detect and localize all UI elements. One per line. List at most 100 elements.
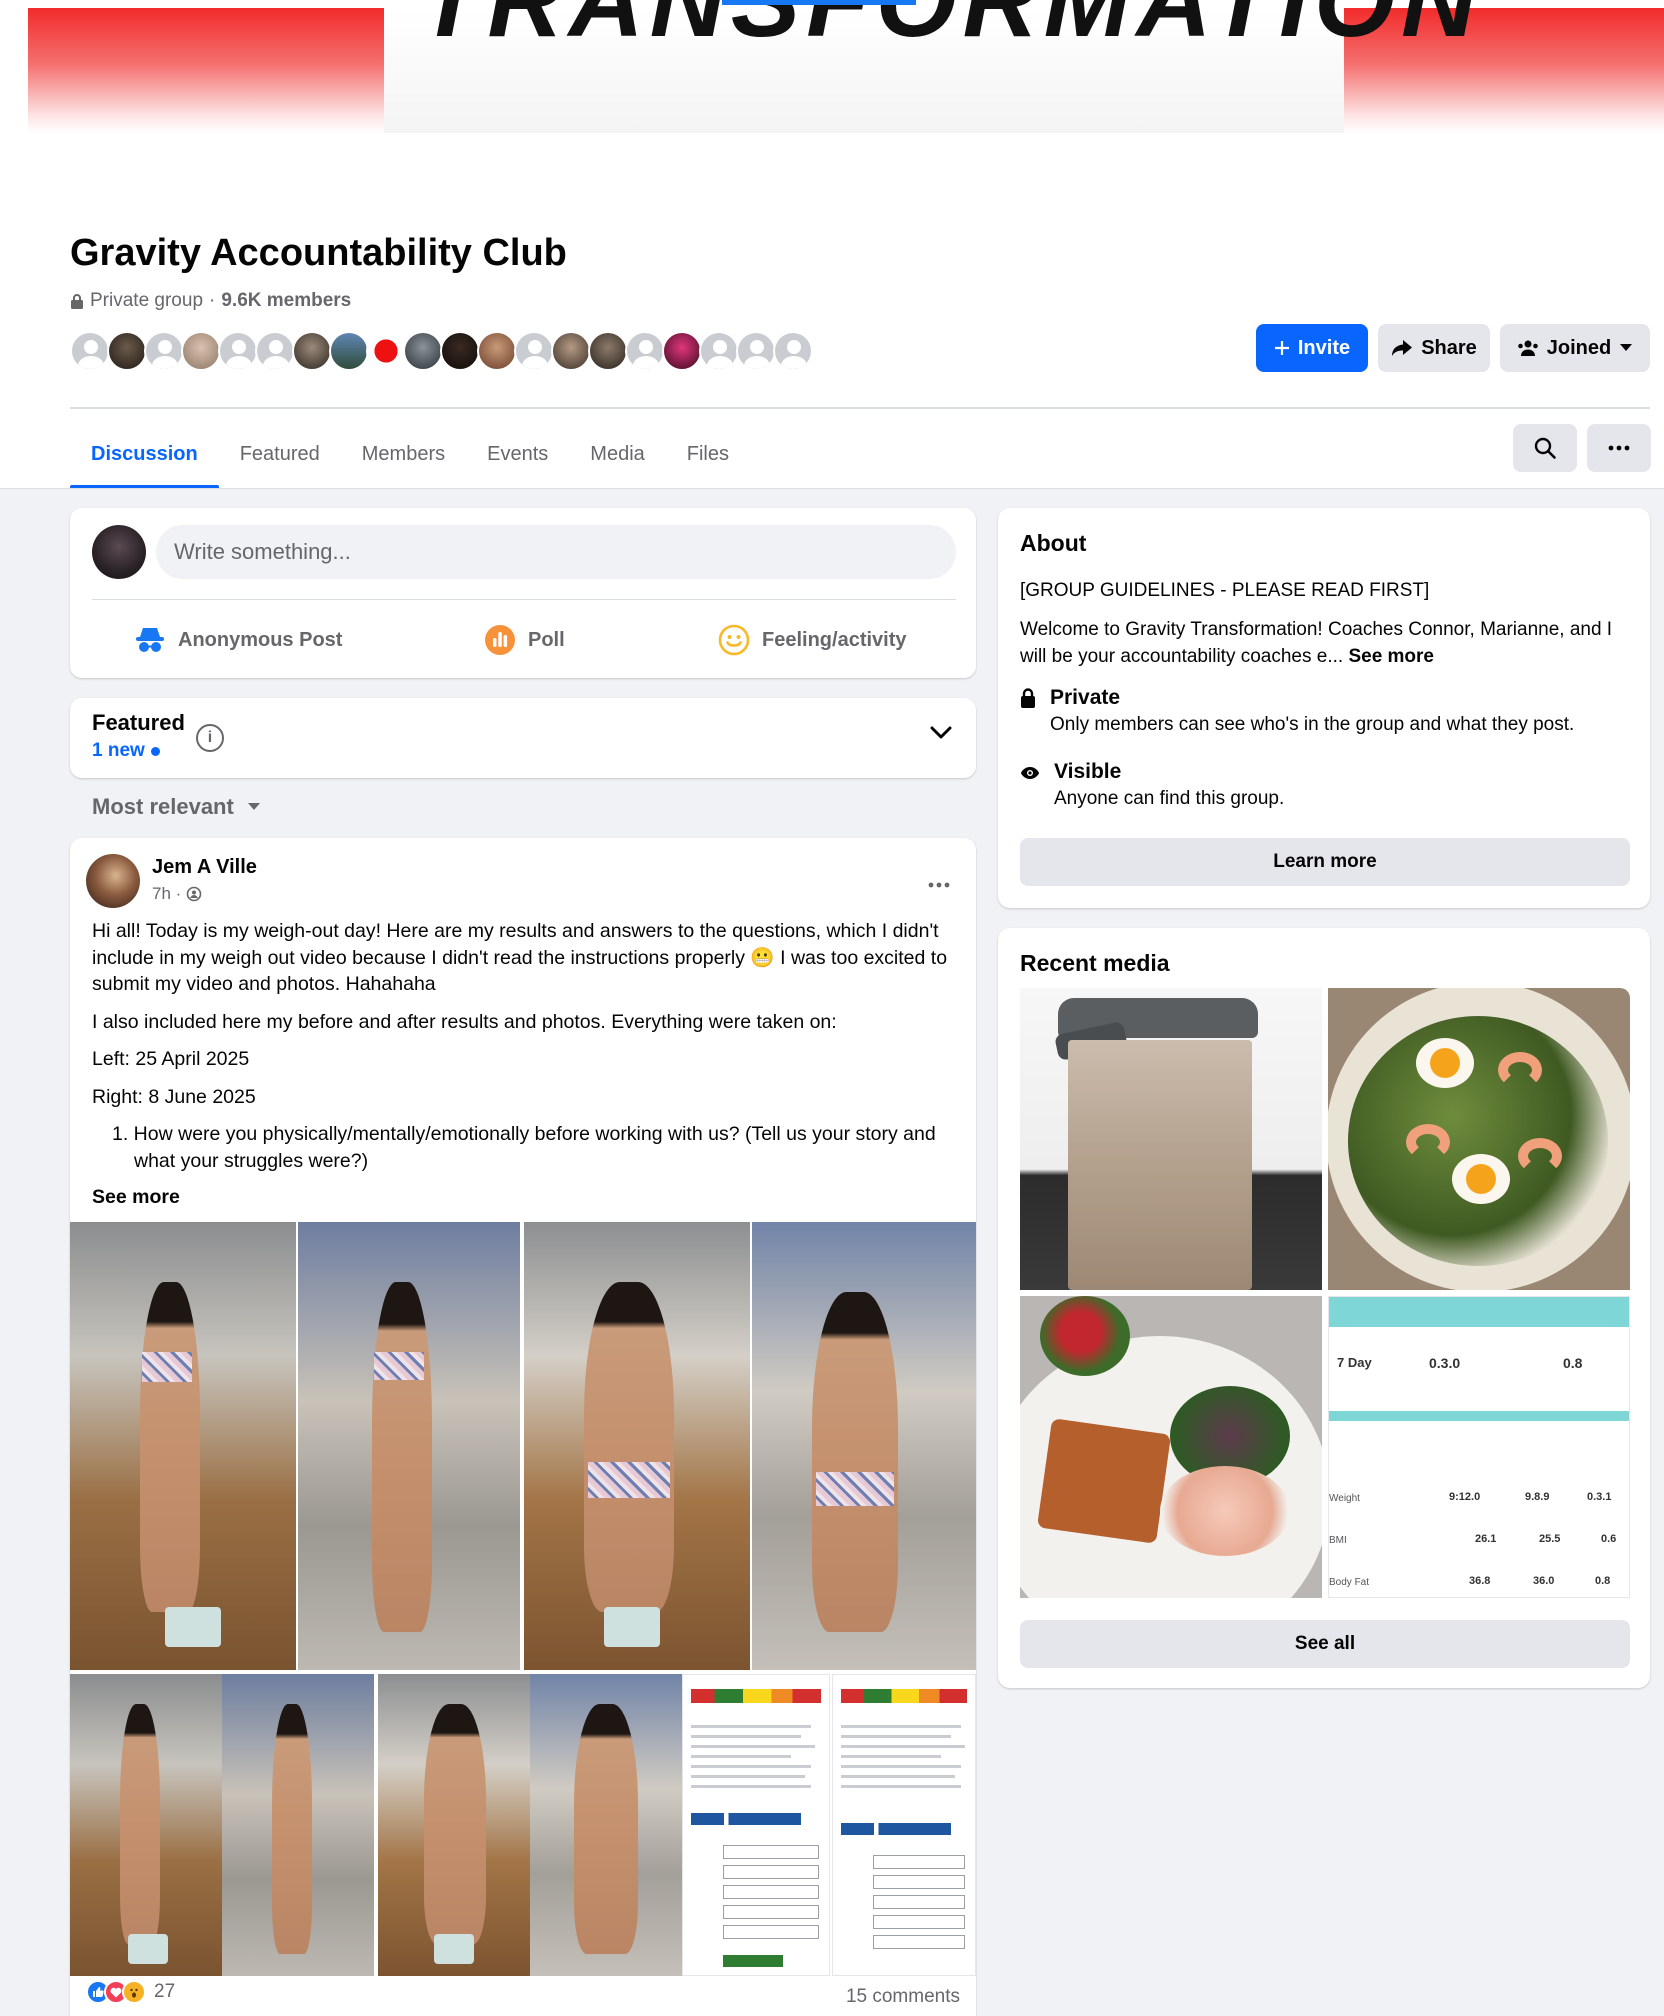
recent-media-card: Recent media 7 Day 0.3.0 0.8 Weight 9:12… — [998, 928, 1650, 1688]
avatar[interactable] — [736, 331, 776, 371]
form-field — [873, 1875, 965, 1889]
tab-files[interactable]: Files — [666, 420, 750, 488]
about-title: About — [1020, 530, 1087, 556]
avatar[interactable] — [366, 331, 406, 371]
reaction-count: 27 — [154, 1981, 176, 2002]
post-photo-before-side-2[interactable] — [70, 1674, 222, 1976]
feeling-activity-button[interactable]: Feeling/activity — [718, 618, 907, 662]
tab-discussion[interactable]: Discussion — [70, 420, 219, 489]
media-thumb-salad-eggs[interactable] — [1328, 988, 1630, 1290]
person-figure — [272, 1704, 312, 1954]
avatar[interactable] — [70, 331, 110, 371]
tab-featured[interactable]: Featured — [219, 420, 341, 488]
poll-button[interactable]: Poll — [484, 618, 565, 662]
media-thumb-shaker[interactable] — [1020, 988, 1322, 1290]
featured-section[interactable]: Featured 1 new i — [70, 698, 976, 778]
avatar[interactable] — [181, 331, 221, 371]
salmon — [1160, 1466, 1290, 1556]
bathroom-scale — [165, 1607, 221, 1647]
info-icon[interactable]: i — [196, 724, 224, 752]
write-something-input[interactable]: Write something... — [156, 525, 956, 579]
user-avatar[interactable] — [92, 525, 146, 579]
invite-label: Invite — [1297, 336, 1351, 359]
avatar[interactable] — [699, 331, 739, 371]
see-all-media-button[interactable]: See all — [1020, 1620, 1630, 1668]
eye-icon — [1021, 767, 1039, 779]
avatar[interactable] — [403, 331, 443, 371]
post-more-button[interactable] — [928, 868, 950, 894]
post-photo-before-back[interactable] — [524, 1222, 750, 1670]
avatar[interactable] — [255, 331, 295, 371]
sort-label: Most relevant — [92, 794, 234, 819]
post-author-avatar[interactable] — [86, 854, 140, 908]
avatar[interactable] — [107, 331, 147, 371]
text-line — [691, 1755, 791, 1758]
avatar[interactable] — [477, 331, 517, 371]
comments-count-link[interactable]: 15 comments — [846, 1986, 960, 2008]
tab-members[interactable]: Members — [341, 420, 466, 488]
avatar[interactable] — [144, 331, 184, 371]
share-label: Share — [1421, 336, 1477, 359]
group-audience-icon — [186, 886, 202, 902]
form-field — [723, 1865, 819, 1879]
search-button[interactable] — [1513, 424, 1577, 472]
about-description: Welcome to Gravity Transformation! Coach… — [1020, 616, 1630, 670]
post-see-more-link[interactable]: See more — [92, 1186, 180, 1209]
post-author-name[interactable]: Jem A Ville — [152, 856, 257, 879]
learn-more-button[interactable]: Learn more — [1020, 838, 1630, 886]
text-line — [691, 1745, 815, 1748]
avatar[interactable] — [218, 331, 258, 371]
media-thumb-salmon-salad[interactable] — [1020, 1296, 1322, 1598]
avatar[interactable] — [662, 331, 702, 371]
egg — [1452, 1154, 1510, 1204]
joined-button[interactable]: Joined — [1500, 324, 1650, 372]
reactions-summary[interactable]: 27 — [86, 1980, 175, 2004]
header-divider — [70, 407, 1650, 409]
post-list-item: 1. How were you physically/mentally/emot… — [112, 1123, 936, 1172]
avatar[interactable] — [440, 331, 480, 371]
anonymous-post-button[interactable]: Anonymous Post — [134, 618, 342, 662]
post-photo-after-back[interactable] — [752, 1222, 976, 1670]
post-card: Jem A Ville 7h · Hi all! Today is my wei… — [70, 838, 976, 2016]
share-button[interactable]: Share — [1378, 324, 1490, 372]
avatar[interactable] — [551, 331, 591, 371]
tab-events[interactable]: Events — [466, 420, 569, 488]
member-count[interactable]: 9.6K members — [221, 290, 351, 312]
post-time[interactable]: 7h · — [152, 884, 181, 904]
avatar[interactable] — [329, 331, 369, 371]
avatar[interactable] — [773, 331, 813, 371]
group-tabs: Discussion Featured Members Events Media… — [70, 420, 750, 489]
about-see-more-link[interactable]: See more — [1348, 646, 1434, 667]
tab-media[interactable]: Media — [569, 420, 665, 488]
invite-button[interactable]: Invite — [1256, 324, 1368, 372]
avatar[interactable] — [514, 331, 554, 371]
sort-dropdown[interactable]: Most relevant — [92, 794, 260, 820]
chevron-down-icon[interactable] — [930, 726, 952, 740]
media-thumb-stats[interactable]: 7 Day 0.3.0 0.8 Weight 9:12.0 9.8.9 0.3.… — [1328, 1296, 1630, 1598]
member-avatars[interactable] — [70, 331, 813, 371]
stat-days: 7 Day — [1337, 1355, 1372, 1370]
form-field — [723, 1905, 819, 1919]
avatar[interactable] — [588, 331, 628, 371]
more-options-button[interactable] — [1587, 424, 1651, 472]
swimwear — [588, 1462, 670, 1498]
more-dots-icon — [928, 882, 950, 888]
post-photo-after-side[interactable] — [298, 1222, 520, 1670]
form-field — [873, 1915, 965, 1929]
wow-reaction-icon — [122, 1980, 146, 2004]
stat-cell: 0.8 — [1595, 1575, 1611, 1587]
avatar[interactable] — [292, 331, 332, 371]
private-description: Only members can see who's in the group … — [1050, 714, 1575, 735]
post-photo-after-side-2[interactable] — [222, 1674, 374, 1976]
post-photo-bodyfat-before[interactable] — [682, 1674, 830, 1976]
meta-separator: · — [209, 290, 216, 311]
share-arrow-icon — [1392, 340, 1413, 356]
lock-icon — [1021, 688, 1035, 708]
group-name[interactable]: Gravity Accountability Club — [70, 232, 567, 275]
post-photo-bodyfat-after[interactable] — [832, 1674, 976, 1976]
post-paragraph: I also included here my before and after… — [92, 1010, 837, 1033]
post-photo-before-side[interactable] — [70, 1222, 296, 1670]
post-photo-before-front[interactable] — [378, 1674, 530, 1976]
avatar[interactable] — [625, 331, 665, 371]
post-photo-after-front[interactable] — [530, 1674, 682, 1976]
